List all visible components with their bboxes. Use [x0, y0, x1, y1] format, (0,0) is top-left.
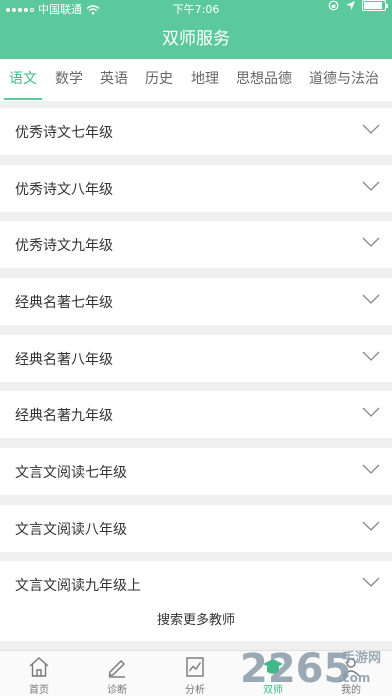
tab-ideology-morality[interactable]: 思想品德 [236, 59, 292, 101]
list-item[interactable]: 文言文阅读八年级 [0, 505, 392, 552]
tabbar-item-analysis[interactable]: 分析 [156, 651, 234, 696]
tab-morality-law[interactable]: 道德与法治 [309, 59, 379, 101]
tabbar-label: 分析 [185, 685, 205, 696]
app-header: 中国联通 下午7:06 双师服务 [0, 0, 392, 59]
watermark-number: 2265 [240, 646, 351, 692]
location-icon [346, 1, 355, 10]
page-title: 双师服务 [162, 29, 230, 49]
list-item-label: 优秀诗文八年级 [15, 181, 113, 198]
tab-english[interactable]: 英语 [100, 59, 128, 101]
list-item-label: 经典名著八年级 [15, 351, 113, 368]
list-item[interactable]: 文言文阅读七年级 [0, 448, 392, 495]
watermark-suffix: .com [338, 671, 370, 685]
tab-math[interactable]: 数学 [55, 59, 83, 101]
chart-icon [186, 657, 204, 677]
chevron-down-icon [362, 124, 380, 134]
tabbar-item-home[interactable]: 首页 [0, 651, 78, 696]
list-item-label: 经典名著七年级 [15, 294, 113, 311]
chevron-down-icon [362, 464, 380, 474]
list-item[interactable]: 经典名著八年级 [0, 335, 392, 382]
list-item[interactable]: 优秀诗文七年级 [0, 108, 392, 155]
list-item-label: 文言文阅读七年级 [15, 464, 127, 481]
chevron-down-icon [362, 294, 380, 304]
list-item[interactable]: 经典名著九年级 [0, 391, 392, 438]
status-bar: 中国联通 下午7:06 [0, 0, 392, 20]
rotation-lock-icon [328, 0, 339, 11]
list-item-label: 优秀诗文七年级 [15, 124, 113, 141]
watermark-text: 手游网 [342, 650, 381, 666]
tab-geography[interactable]: 地理 [191, 59, 219, 101]
search-more-teachers-button[interactable]: 搜索更多教师 [0, 600, 392, 641]
active-tab-indicator [4, 98, 42, 100]
site-watermark-logo: 2265 .com 手游网 [240, 646, 381, 692]
list-item-label: 优秀诗文九年级 [15, 237, 113, 254]
status-right [328, 0, 388, 11]
tabbar-label: 首页 [29, 685, 49, 696]
chevron-down-icon [362, 181, 380, 191]
list-item[interactable]: 优秀诗文八年级 [0, 165, 392, 212]
chevron-down-icon [362, 351, 380, 361]
pen-icon [108, 660, 125, 678]
chevron-down-icon [362, 237, 380, 247]
tab-chinese[interactable]: 语文 [9, 59, 37, 101]
chevron-down-icon [362, 577, 380, 587]
battery-icon [362, 0, 388, 11]
tab-history[interactable]: 历史 [145, 59, 173, 101]
tabbar-item-diagnose[interactable]: 诊断 [78, 651, 156, 696]
list-item[interactable]: 经典名著七年级 [0, 278, 392, 325]
list-item-label: 文言文阅读九年级上 [15, 577, 141, 594]
chevron-down-icon [362, 521, 380, 531]
subject-tabs: 语文 数学 英语 历史 地理 思想品德 道德与法治 [0, 59, 392, 101]
tabbar-label: 诊断 [107, 685, 127, 696]
home-icon [29, 657, 49, 677]
list-item-label: 经典名著九年级 [15, 407, 113, 424]
list-item[interactable]: 优秀诗文九年级 [0, 221, 392, 268]
chevron-down-icon [362, 407, 380, 417]
list-item-label: 文言文阅读八年级 [15, 521, 127, 538]
